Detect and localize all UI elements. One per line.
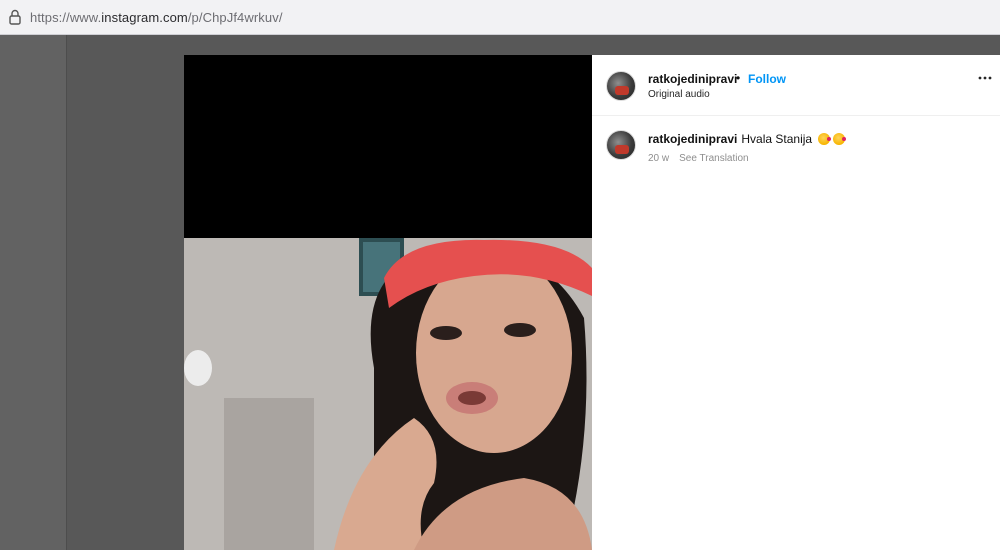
comment-author-avatar[interactable] [606,130,636,160]
post-details-panel: ratkojedinipravi • Follow Original audio… [592,55,1000,550]
audio-label[interactable]: Original audio [648,89,710,100]
post-header: ratkojedinipravi • Follow Original audio [592,55,1000,116]
comment-meta: 20 w See Translation [648,153,749,164]
video-frame[interactable] [184,238,592,550]
follow-button[interactable]: Follow [748,72,786,86]
more-horizontal-icon[interactable] [978,75,992,81]
video-still-image [184,238,592,550]
separator-dot: • [736,71,741,85]
author-username[interactable]: ratkojedinipravi [648,72,737,86]
see-translation-link[interactable]: See Translation [679,153,749,164]
comment-text: Hvala Stanija [741,132,813,146]
url-domain: instagram.com [101,9,188,25]
post-modal: ratkojedinipravi • Follow Original audio… [184,55,1000,550]
address-bar[interactable]: https://www.instagram.com/p/ChpJf4wrkuv/ [0,0,975,34]
url-prefix: https://www. [30,9,102,25]
browser-toolbar: https://www.instagram.com/p/ChpJf4wrkuv/ [0,0,1000,35]
comment-username[interactable]: ratkojedinipravi [648,132,737,146]
author-avatar[interactable] [606,71,636,101]
left-navigation-rail [0,35,67,550]
caption-comment: ratkojedinipravi Hvala Stanija [648,132,847,146]
comment-age[interactable]: 20 w [648,153,669,164]
url-path: /p/ChpJf4wrkuv/ [187,9,283,25]
url-text: https://www.instagram.com/p/ChpJf4wrkuv/ [30,10,283,25]
kissing-face-emoji-icon [818,133,832,145]
kissing-face-emoji-icon [833,133,847,145]
video-player[interactable] [184,55,592,550]
lock-icon [9,9,21,25]
